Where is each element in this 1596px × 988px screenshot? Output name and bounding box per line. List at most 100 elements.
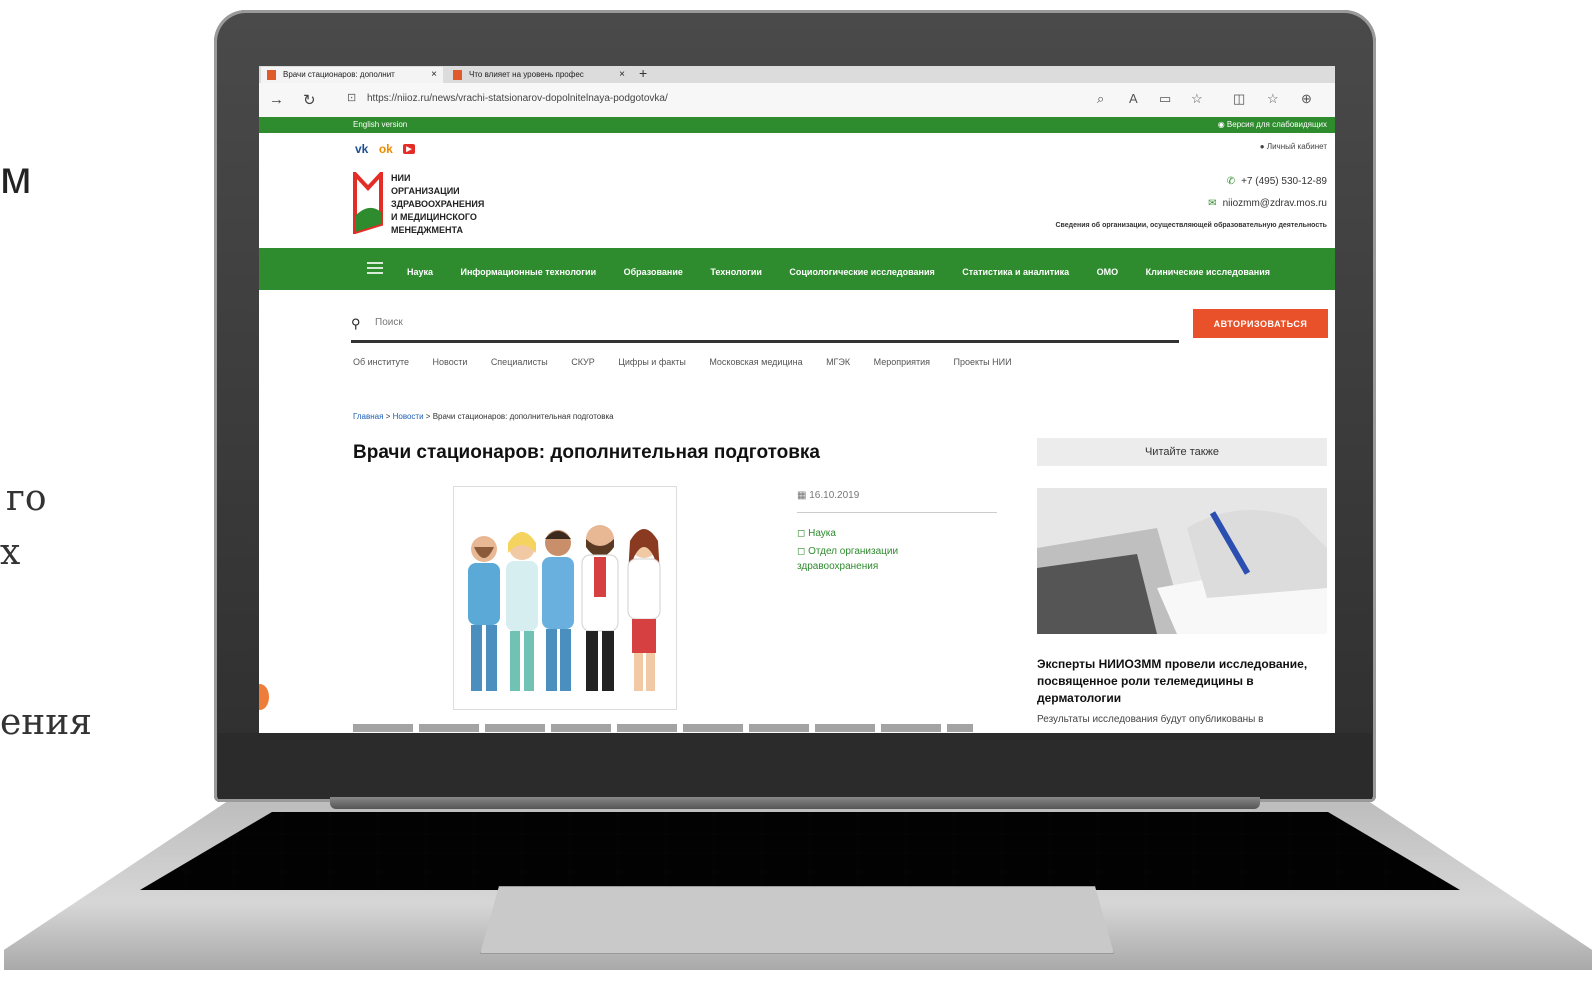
browser-tab-active[interactable]: Врачи стационаров: дополнит × <box>261 67 443 83</box>
main-navigation: Наука Информационные технологии Образова… <box>259 248 1335 290</box>
eye-icon: ◉ <box>1217 120 1227 129</box>
browser-tab[interactable]: Что влияет на уровень профес × <box>447 67 631 83</box>
doctor-figure <box>468 536 500 691</box>
reload-icon[interactable]: ↻ <box>303 91 316 109</box>
related-article-image[interactable] <box>1037 488 1327 634</box>
nav-item-science[interactable]: Наука <box>407 267 433 277</box>
institute-logo-icon[interactable] <box>353 172 383 234</box>
institute-name[interactable]: НИИ ОРГАНИЗАЦИИ ЗДРАВООХРАНЕНИЯ И МЕДИЦИ… <box>391 172 484 237</box>
subnav-skur[interactable]: СКУР <box>571 357 595 367</box>
new-tab-button[interactable]: + <box>639 66 647 81</box>
slide-text-fragment: м <box>0 151 32 203</box>
favicon-icon <box>267 70 276 80</box>
favorites-list-icon[interactable]: ☆ <box>1267 91 1279 107</box>
article-tag[interactable]: ◻ Отдел организации здравоохранения <box>797 544 947 574</box>
bookmark-icon: ◻ <box>797 546 809 557</box>
browser-address-bar: → ↻ ⊡ https://niioz.ru/news/vrachi-stats… <box>259 83 1335 118</box>
tab-title: Что влияет на уровень профес <box>469 70 584 79</box>
social-links: vk ok ▶ <box>355 140 421 158</box>
email-address: niiozmm@zdrav.mos.ru <box>1222 198 1327 209</box>
related-article-headline[interactable]: Эксперты НИИОЗММ провели исследование, п… <box>1037 656 1329 707</box>
article-tag-label: Наука <box>808 528 836 539</box>
breadcrumb: Главная > Новости > Врачи стационаров: д… <box>353 412 614 421</box>
vk-icon[interactable]: vk <box>355 142 368 156</box>
breadcrumb-news[interactable]: Новости <box>393 412 424 421</box>
breadcrumb-separator: > <box>385 412 391 421</box>
nav-item-education[interactable]: Образование <box>624 267 683 277</box>
reader-view-icon[interactable]: ▭ <box>1159 91 1171 107</box>
article-title: Врачи стационаров: дополнительная подгот… <box>353 442 820 463</box>
divider <box>797 512 997 513</box>
laptop-trackpad <box>480 886 1114 954</box>
search-icon[interactable]: ⌕ <box>1097 91 1104 107</box>
browser-tab-bar: Врачи стационаров: дополнит × Что влияет… <box>259 66 1335 83</box>
breadcrumb-current: Врачи стационаров: дополнительная подгот… <box>432 412 614 421</box>
phone-link[interactable]: ✆ +7 (495) 530-12-89 <box>1227 176 1327 187</box>
menu-icon[interactable] <box>367 262 383 277</box>
phone-number: +7 (495) 530-12-89 <box>1241 176 1327 187</box>
nav-item-statistics[interactable]: Статистика и аналитика <box>962 267 1069 277</box>
slide-text-fragment: ения <box>0 702 93 743</box>
subnav-facts[interactable]: Цифры и факты <box>618 357 686 367</box>
subnav-specialists[interactable]: Специалисты <box>491 357 548 367</box>
youtube-icon[interactable]: ▶ <box>403 144 415 154</box>
mail-icon: ✉ <box>1208 198 1217 209</box>
breadcrumb-separator: > <box>425 412 431 421</box>
article-tag[interactable]: ◻ Наука <box>797 528 836 539</box>
close-icon[interactable]: × <box>431 67 437 83</box>
subnav-about[interactable]: Об институте <box>353 357 409 367</box>
bookmark-icon: ◻ <box>797 528 809 539</box>
personal-cabinet-link[interactable]: ● Личный кабинет <box>1260 142 1327 151</box>
impaired-version-label: Версия для слабовидящих <box>1226 120 1327 129</box>
doctors-illustration <box>453 486 677 710</box>
doctor-figure <box>581 525 619 691</box>
subnav-moscow-medicine[interactable]: Московская медицина <box>709 357 802 367</box>
lock-icon[interactable]: ⊡ <box>347 91 356 104</box>
logo-line: ЗДРАВООХРАНЕНИЯ <box>391 199 485 209</box>
subnav-projects[interactable]: Проекты НИИ <box>953 357 1011 367</box>
subnav-mgek[interactable]: МГЭК <box>826 357 850 367</box>
secondary-navigation: Об институте Новости Специалисты СКУР Ци… <box>353 352 1031 370</box>
breadcrumb-home[interactable]: Главная <box>353 412 383 421</box>
org-info-link[interactable]: Сведения об организации, осуществляющей … <box>1055 222 1327 229</box>
logo-line: И МЕДИЦИНСКОГО <box>391 212 477 222</box>
email-link[interactable]: ✉ niiozmm@zdrav.mos.ru <box>1208 198 1327 209</box>
close-icon[interactable]: × <box>619 67 625 83</box>
top-bar: English version ◉ Версия для слабовидящи… <box>259 117 1335 133</box>
read-aloud-icon[interactable]: A <box>1129 91 1138 106</box>
url-field[interactable]: https://niioz.ru/news/vrachi-statsionaro… <box>367 93 668 104</box>
calendar-icon: ▦ <box>797 490 810 501</box>
search-input[interactable] <box>373 316 1157 329</box>
logo-line: МЕНЕДЖМЕНТА <box>391 225 463 235</box>
nav-item-omo[interactable]: ОМО <box>1097 267 1119 277</box>
phone-icon: ✆ <box>1226 176 1236 187</box>
nav-item-clinical[interactable]: Клинические исследования <box>1146 267 1270 277</box>
login-button[interactable]: АВТОРИЗОВАТЬСЯ <box>1193 309 1328 338</box>
slide-text-fragment: х <box>0 532 21 573</box>
doctor-figure <box>542 530 574 691</box>
search-icon[interactable]: ⚲ <box>351 316 361 332</box>
article-date-value: 16.10.2019 <box>809 490 860 501</box>
nav-item-technology[interactable]: Технологии <box>710 267 762 277</box>
odnoklassniki-icon[interactable]: ok <box>379 142 393 156</box>
back-icon[interactable]: → <box>269 91 284 108</box>
article-body-cutoff <box>353 724 973 732</box>
cabinet-label: Личный кабинет <box>1266 142 1327 151</box>
split-screen-icon[interactable]: ◫ <box>1233 91 1245 107</box>
laptop-hinge <box>330 797 1260 809</box>
doctor-figure <box>627 529 661 691</box>
scroll-to-top-button[interactable] <box>259 684 269 710</box>
laptop-keyboard <box>140 812 1460 890</box>
collections-icon[interactable]: ⊕ <box>1301 91 1312 107</box>
english-version-link[interactable]: English version <box>353 120 407 129</box>
read-also-title: Читайте также <box>1037 438 1327 466</box>
subnav-events[interactable]: Мероприятия <box>874 357 930 367</box>
logo-line: НИИ <box>391 173 411 183</box>
subnav-news[interactable]: Новости <box>433 357 468 367</box>
nav-item-sociology[interactable]: Социологические исследования <box>789 267 934 277</box>
slide-text-fragment: го <box>6 478 47 519</box>
article-tag-label: Отдел организации здравоохранения <box>797 546 899 572</box>
favorite-icon[interactable]: ☆ <box>1191 91 1203 107</box>
impaired-version-link[interactable]: ◉ Версия для слабовидящих <box>1218 120 1327 129</box>
nav-item-it[interactable]: Информационные технологии <box>460 267 596 277</box>
